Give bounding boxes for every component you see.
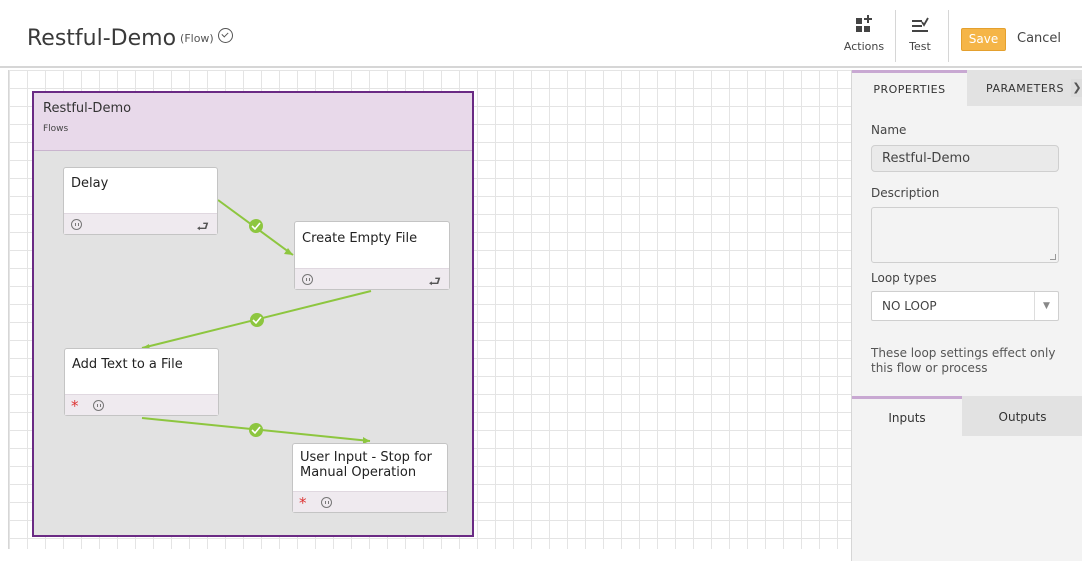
required-asterisk-icon: * — [71, 397, 79, 415]
step-label: User Input - Stop for Manual Operation — [300, 450, 432, 480]
pause-icon[interactable] — [93, 400, 104, 411]
required-asterisk-icon: * — [299, 494, 307, 512]
loop-types-value: NO LOOP — [882, 299, 937, 313]
tab-outputs[interactable]: Outputs — [962, 396, 1082, 436]
loop-settings-note: These loop settings effect only this flo… — [871, 346, 1056, 375]
tab-inputs[interactable]: Inputs — [852, 396, 962, 436]
tab-properties[interactable]: PROPERTIES — [852, 70, 967, 106]
link-success-icon — [250, 313, 264, 327]
collapse-panel-icon[interactable]: ❯ — [1071, 79, 1082, 97]
step-label: Add Text to a File — [72, 357, 183, 372]
step-label: Create Empty File — [302, 231, 418, 246]
name-field[interactable]: Restful-Demo — [871, 145, 1059, 172]
step-node-delay[interactable]: Delay ⮐ — [63, 167, 218, 235]
pause-icon[interactable] — [71, 219, 82, 230]
step-node-add-text-to-a-file[interactable]: Add Text to a File * — [64, 348, 219, 416]
step-node-user-input[interactable]: User Input - Stop for Manual Operation * — [292, 443, 448, 513]
description-field[interactable] — [871, 207, 1059, 263]
chevron-down-icon[interactable]: ▼ — [1034, 292, 1058, 320]
properties-panel: PROPERTIES PARAMETERS ❯ Name Restful-Dem… — [851, 70, 1082, 561]
loop-types-select[interactable]: NO LOOP ▼ — [871, 291, 1059, 321]
link-success-icon — [249, 219, 263, 233]
step-footer: * — [293, 491, 447, 512]
resize-handle-icon[interactable] — [1050, 254, 1056, 260]
pause-icon[interactable] — [302, 274, 313, 285]
step-footer: ⮐ — [295, 268, 449, 290]
panel-tabs: PROPERTIES PARAMETERS ❯ — [852, 70, 1082, 106]
loop-icon[interactable]: ⮐ — [196, 216, 209, 240]
pause-icon[interactable] — [321, 497, 332, 508]
step-node-create-empty-file[interactable]: Create Empty File ⮐ — [294, 221, 450, 290]
description-label: Description — [871, 186, 940, 200]
loop-types-label: Loop types — [871, 271, 937, 285]
step-footer: * — [65, 394, 218, 415]
name-label: Name — [871, 123, 907, 137]
link-success-icon — [249, 423, 263, 437]
step-label: Delay — [71, 176, 109, 191]
step-footer: ⮐ — [64, 213, 217, 235]
loop-icon[interactable]: ⮐ — [428, 271, 441, 295]
link-success-icon — [249, 219, 264, 437]
tab-parameters[interactable]: PARAMETERS — [967, 70, 1082, 106]
